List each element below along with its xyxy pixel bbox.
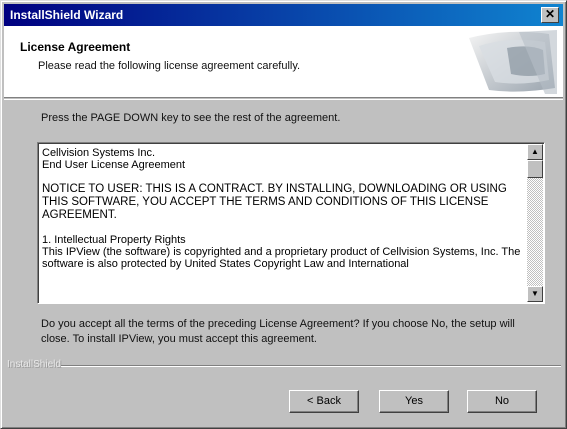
header-separator: [4, 99, 563, 100]
license-company: Cellvision Systems Inc.: [42, 147, 156, 159]
license-notice: NOTICE TO USER: THIS IS A CONTRACT. BY I…: [42, 183, 507, 221]
scroll-down-button[interactable]: ▼: [527, 286, 543, 302]
vertical-scrollbar[interactable]: ▲ ▼: [527, 144, 543, 302]
yes-button-label: Yes: [405, 395, 423, 407]
installshield-wizard-window: InstallShield Wizard ✕ License Agreement…: [0, 0, 567, 429]
wizard-graphic-icon: [449, 28, 559, 96]
close-button[interactable]: ✕: [541, 7, 559, 23]
page-subtitle: Please read the following license agreem…: [38, 60, 301, 72]
title-bar[interactable]: InstallShield Wizard ✕: [4, 4, 563, 26]
installshield-brand-label: InstallShield: [7, 359, 61, 370]
yes-button[interactable]: Yes: [379, 390, 449, 413]
no-button[interactable]: No: [467, 390, 537, 413]
license-content: Cellvision Systems Inc. End User License…: [42, 147, 524, 301]
close-icon: ✕: [544, 7, 556, 21]
scroll-thumb[interactable]: [527, 160, 543, 178]
instruction-text: Press the PAGE DOWN key to see the rest …: [41, 112, 341, 124]
arrow-up-icon: ▲: [531, 147, 539, 156]
window-title: InstallShield Wizard: [10, 8, 124, 22]
arrow-down-icon: ▼: [531, 289, 539, 298]
back-button-label: < Back: [307, 395, 341, 407]
license-section-title: 1. Intellectual Property Rights: [42, 234, 186, 246]
no-button-label: No: [494, 395, 510, 407]
footer-separator: [61, 365, 561, 367]
page-title: License Agreement: [20, 40, 131, 54]
accept-question-text: Do you accept all the terms of the prece…: [41, 318, 515, 345]
wizard-header: License Agreement Please read the follow…: [4, 26, 563, 98]
license-text-area[interactable]: Cellvision Systems Inc. End User License…: [37, 142, 545, 304]
license-section-body: This IPView (the software) is copyrighte…: [42, 246, 521, 270]
license-eula-title: End User License Agreement: [42, 159, 186, 171]
back-button[interactable]: < Back: [289, 390, 359, 413]
scroll-up-button[interactable]: ▲: [527, 144, 543, 160]
